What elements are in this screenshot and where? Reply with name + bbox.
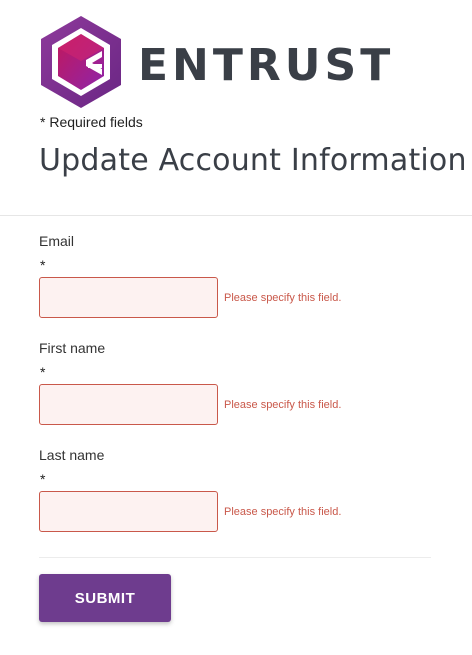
email-field[interactable] — [39, 277, 218, 318]
page-title: Update Account Information — [39, 143, 467, 178]
first-name-label: First name — [39, 340, 106, 356]
entrust-wordmark: ENTRUST — [138, 40, 395, 91]
first-name-field[interactable] — [39, 384, 218, 425]
required-fields-note: * Required fields — [40, 114, 143, 130]
email-required-mark: * — [40, 257, 46, 273]
email-error: Please specify this field. — [224, 292, 342, 304]
last-name-required-mark: * — [40, 471, 46, 487]
form-divider — [39, 557, 431, 558]
entrust-logo — [38, 14, 124, 110]
last-name-label: Last name — [39, 447, 105, 463]
last-name-field[interactable] — [39, 491, 218, 532]
last-name-error: Please specify this field. — [224, 506, 342, 518]
email-label: Email — [39, 233, 75, 249]
header-divider — [0, 215, 472, 216]
entrust-hexagon-icon — [41, 16, 121, 108]
first-name-required-mark: * — [40, 364, 46, 380]
first-name-error: Please specify this field. — [224, 399, 342, 411]
submit-button[interactable]: SUBMIT — [39, 574, 171, 622]
